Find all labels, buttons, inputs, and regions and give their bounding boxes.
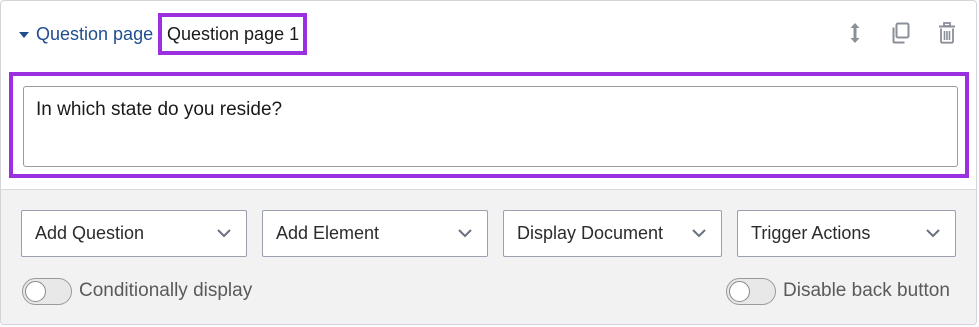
display-document-dropdown[interactable]: Display Document — [503, 210, 722, 257]
header-actions — [844, 21, 958, 45]
toggle-knob — [729, 280, 750, 302]
chevron-down-icon — [692, 229, 706, 238]
dropdown-label: Display Document — [517, 223, 664, 243]
toggle-switch[interactable] — [22, 277, 72, 305]
question-page-card: Question page Question page 1 In which s… — [0, 0, 977, 325]
toggle-label: Disable back button — [783, 280, 950, 301]
question-page-footer: Add Question Add Element Display Documen… — [1, 189, 976, 324]
add-question-dropdown[interactable]: Add Question — [21, 210, 247, 257]
conditionally-display-toggle[interactable]: Conditionally display — [22, 277, 252, 305]
question-page-header: Question page Question page 1 — [1, 1, 976, 67]
delete-button[interactable] — [936, 21, 958, 45]
chevron-down-icon — [926, 229, 940, 238]
copy-button[interactable] — [890, 21, 912, 45]
copy-icon — [892, 22, 910, 44]
page-name-field[interactable]: Question page 1 — [158, 13, 307, 55]
caret-down-icon — [19, 31, 29, 38]
dropdown-label: Trigger Actions — [751, 223, 871, 243]
toggle-label: Conditionally display — [79, 280, 253, 301]
question-text-highlight: In which state do you reside? — [9, 72, 969, 178]
chevron-down-icon — [458, 229, 472, 238]
reorder-icon — [850, 23, 860, 43]
reorder-button[interactable] — [844, 21, 866, 45]
disable-back-button-toggle[interactable]: Disable back button — [726, 277, 950, 305]
add-element-dropdown[interactable]: Add Element — [262, 210, 488, 257]
chevron-down-icon — [217, 229, 231, 238]
question-text-input[interactable]: In which state do you reside? — [23, 86, 958, 167]
trash-icon — [939, 22, 955, 44]
toggle-switch[interactable] — [726, 277, 776, 305]
dropdown-label: Add Question — [35, 223, 145, 243]
dropdown-label: Add Element — [276, 223, 380, 243]
trigger-actions-dropdown[interactable]: Trigger Actions — [737, 210, 956, 257]
section-label: Question page — [36, 23, 154, 44]
collapse-toggle[interactable]: Question page — [19, 23, 153, 45]
toggle-knob — [25, 280, 46, 302]
